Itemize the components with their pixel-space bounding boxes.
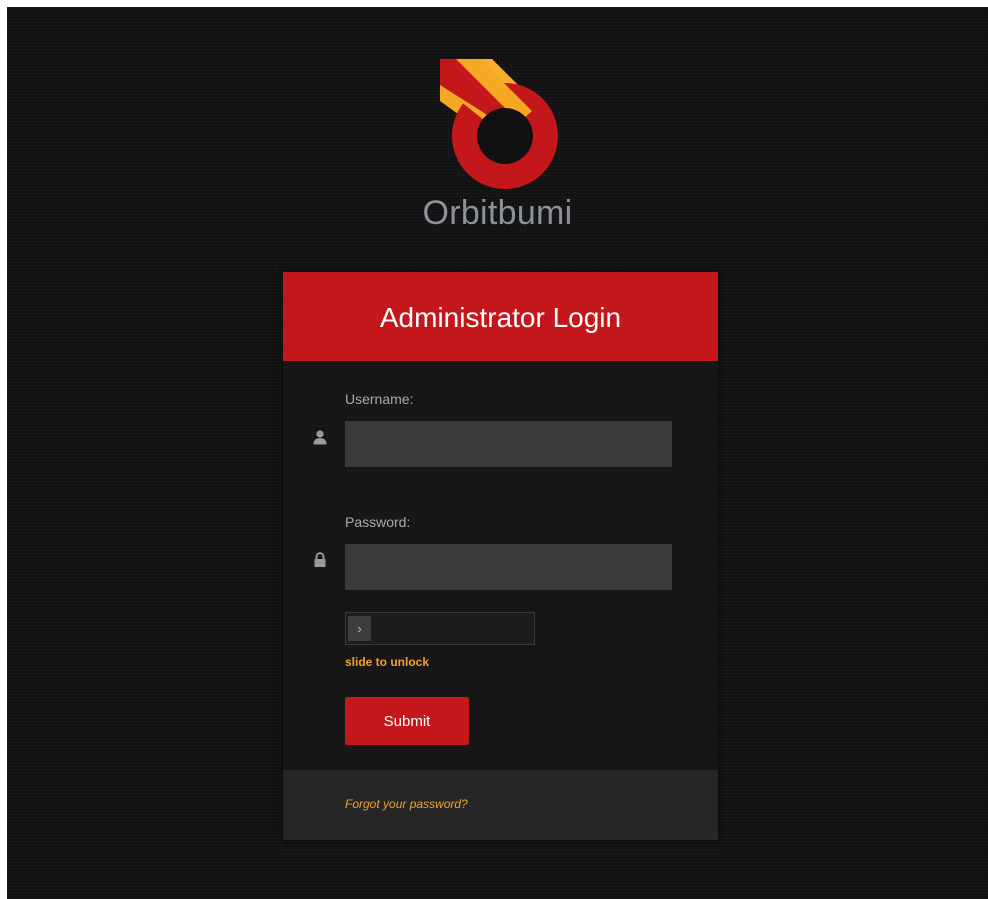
orbitbumi-logo-icon	[440, 59, 558, 189]
submit-button[interactable]: Submit	[345, 697, 469, 745]
brand-name: Orbitbumi	[422, 194, 573, 232]
login-card-footer: Forgot your password?	[283, 770, 718, 840]
slider-handle[interactable]: ›	[348, 616, 371, 641]
slide-to-unlock-slider[interactable]: ›	[345, 612, 535, 645]
login-title: Administrator Login	[283, 272, 718, 361]
user-icon	[313, 430, 327, 445]
login-card: Administrator Login Username: Password:	[283, 272, 718, 840]
password-input[interactable]	[345, 544, 672, 590]
password-label: Password:	[345, 514, 411, 530]
forgot-password-link[interactable]: Forgot your password?	[345, 797, 468, 811]
username-label: Username:	[345, 391, 414, 407]
login-page: Orbitbumi Administrator Login Username: …	[7, 7, 988, 899]
slider-text: slide to unlock	[345, 655, 430, 669]
lock-icon	[314, 552, 326, 567]
username-input[interactable]	[345, 421, 672, 467]
